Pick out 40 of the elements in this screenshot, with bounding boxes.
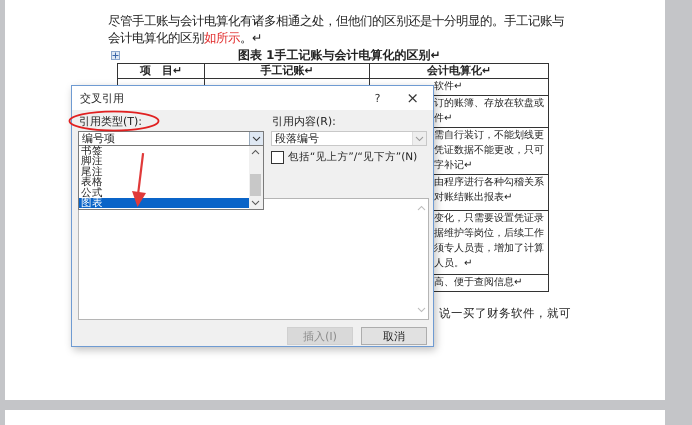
list-item[interactable]: 公式 <box>79 188 249 198</box>
table-cell: 变化，只需要设置凭证录 <box>434 213 544 224</box>
table-cell: 须专人员责，增加了计算 <box>434 243 544 254</box>
table-cell: 高、便于查阅信息↵ <box>434 277 523 288</box>
table-cell: 软件↵ <box>434 81 463 92</box>
dialog-button[interactable]: 取消 <box>361 327 427 345</box>
table-cell: 由程序进行各种勾稽关系 <box>434 177 544 188</box>
column-header: 手工记账↵ <box>204 64 370 78</box>
list-item[interactable]: 书签 <box>79 146 249 156</box>
body-text: 说一买了财务软件，就可 <box>439 306 571 320</box>
reference-type-label: 引用类型(T): <box>78 114 142 128</box>
close-button[interactable]: × <box>400 89 425 107</box>
list-item[interactable]: 脚注 <box>79 156 249 167</box>
body-paragraph: 尽管手工账与会计电算化有诸多相通之处，但他们的区别还是十分明显的。手工记账与会计电算化的区别如所示。↵ <box>108 12 565 46</box>
table-cell: 需自行装订，不能划线更 <box>434 130 544 141</box>
list-item[interactable]: 尾注 <box>79 166 249 178</box>
checkbox-label: 包括“见上方”/“见下方”(N) <box>288 150 418 164</box>
reference-content-dropdown[interactable]: 段落编号 <box>270 131 427 146</box>
table-cell: 字补记↵ <box>434 160 473 171</box>
table-cell: 据维护等岗位，后续工作 <box>434 228 544 239</box>
list-item[interactable]: 表格 <box>79 177 249 188</box>
table-cell: 对账结账出报表↵ <box>434 192 513 203</box>
column-header: 项 目↵ <box>118 64 204 78</box>
list-item[interactable]: 图表 <box>79 198 249 208</box>
table-move-icon[interactable] <box>111 50 120 60</box>
column-header: 会计电算化↵ <box>370 64 548 78</box>
table-caption: 图表 1手工记账与会计电算化的区别↵ <box>238 46 441 64</box>
table-cell: 件↵ <box>434 113 453 124</box>
table-cell: 人员。↵ <box>434 258 473 269</box>
reference-type-dropdown[interactable]: 编号项 <box>78 131 264 146</box>
table-cell: 订的账簿、存放在软盘或 <box>434 98 544 109</box>
scroll-down-icon[interactable] <box>251 200 260 206</box>
annotation-arrow <box>132 153 146 207</box>
table-cell: 凭证数据不能更改，只可 <box>434 145 544 156</box>
help-button[interactable]: ? <box>368 92 386 104</box>
checkbox[interactable] <box>270 150 284 164</box>
reference-content-label: 引用内容(R): <box>270 114 336 128</box>
scroll-up-icon[interactable] <box>251 149 260 155</box>
dialog-title: 交叉引用 <box>80 90 125 106</box>
scrollbar[interactable] <box>248 146 263 209</box>
